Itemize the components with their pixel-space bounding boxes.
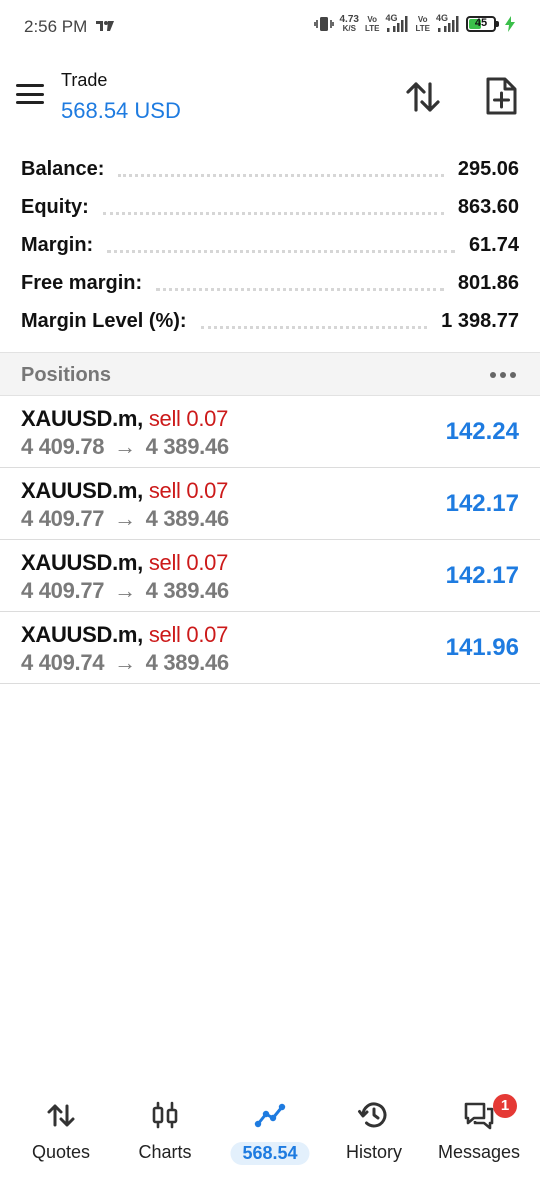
summary-row-margin: Margin: 61.74	[0, 226, 540, 264]
current-price: 4 389.46	[145, 650, 230, 675]
open-price: 4 409.74	[21, 650, 105, 675]
battery-level: 45	[474, 17, 488, 29]
nav-label: 568.54	[230, 1142, 310, 1165]
history-icon	[358, 1102, 387, 1128]
position-prices: 4 409.74 → 4 389.46	[21, 650, 229, 676]
position-profit: 142.17	[445, 490, 519, 517]
sim2-signal: 4G	[436, 13, 460, 34]
position-prices: 4 409.77 → 4 389.46	[21, 506, 229, 532]
dotted-leader	[102, 211, 444, 215]
summary-value: 1 398.77	[441, 309, 519, 332]
summary-label: Equity:	[21, 195, 89, 218]
summary-value: 801.86	[457, 271, 519, 294]
summary-row-balance: Balance: 295.06	[0, 150, 540, 188]
positions-list: XAUUSD.m, sell 0.07 4 409.78 → 4 389.46 …	[0, 396, 540, 684]
arrow-right-icon: →	[114, 650, 136, 675]
nav-label: History	[345, 1142, 402, 1162]
position-row[interactable]: XAUUSD.m, sell 0.07 4 409.74 → 4 389.46 …	[0, 612, 540, 684]
account-summary: Balance: 295.06 Equity: 863.60 Margin: 6…	[0, 150, 540, 340]
unread-badge: 1	[493, 1094, 517, 1118]
current-price: 4 389.46	[145, 434, 230, 459]
summary-row-equity: Equity: 863.60	[0, 188, 540, 226]
arrow-right-icon: →	[114, 578, 136, 603]
position-side: sell 0.07	[148, 478, 229, 503]
new-order-icon[interactable]	[484, 76, 518, 116]
vibrate-icon	[313, 17, 334, 31]
current-price: 4 389.46	[145, 578, 230, 603]
position-profit: 142.17	[445, 562, 519, 589]
position-prices: 4 409.78 → 4 389.46	[21, 434, 229, 460]
position-title: XAUUSD.m, sell 0.07	[21, 406, 228, 432]
nav-charts[interactable]: Charts	[113, 1090, 217, 1170]
summary-label: Free margin:	[21, 271, 143, 294]
arrow-right-icon: →	[114, 434, 136, 459]
sim1-signal: 4G	[385, 13, 409, 34]
app-header: Trade 568.54 USD	[0, 56, 540, 146]
position-row[interactable]: XAUUSD.m, sell 0.07 4 409.77 → 4 389.46 …	[0, 468, 540, 540]
summary-label: Margin Level (%):	[21, 309, 187, 332]
dotted-leader	[200, 325, 428, 329]
status-time: 2:56 PM	[24, 17, 88, 36]
position-prices: 4 409.77 → 4 389.46	[21, 578, 229, 604]
dotted-leader	[107, 249, 455, 253]
status-indicators: 4.73 K/S Vo LTE 4G Vo LTE 4G 45	[313, 13, 517, 34]
nav-label: Quotes	[31, 1142, 91, 1162]
nav-quotes[interactable]: Quotes	[9, 1090, 113, 1170]
position-profit: 141.96	[445, 634, 519, 661]
summary-value: 863.60	[457, 195, 519, 218]
position-symbol: XAUUSD.m,	[21, 406, 143, 431]
open-price: 4 409.77	[21, 578, 105, 603]
signal-icon	[387, 16, 408, 32]
nav-messages[interactable]: 1 Messages	[427, 1090, 531, 1170]
bottom-navigation: Quotes Charts 568.54 History 1 Messages	[0, 1090, 540, 1170]
net-speed: 4.73 K/S	[339, 14, 359, 34]
nav-history[interactable]: History	[322, 1090, 426, 1170]
quotes-icon	[47, 1104, 75, 1127]
positions-title: Positions	[21, 364, 112, 386]
position-profit: 142.24	[445, 418, 519, 445]
summary-label: Balance:	[21, 157, 105, 180]
dotted-leader	[118, 173, 444, 177]
summary-row-free-margin: Free margin: 801.86	[0, 264, 540, 302]
open-price: 4 409.77	[21, 506, 105, 531]
arrow-right-icon: →	[114, 506, 136, 531]
position-row[interactable]: XAUUSD.m, sell 0.07 4 409.77 → 4 389.46 …	[0, 540, 540, 612]
messages-icon	[464, 1102, 494, 1130]
nav-label: Charts	[138, 1142, 192, 1162]
position-title: XAUUSD.m, sell 0.07	[21, 622, 228, 648]
menu-icon[interactable]	[16, 84, 44, 106]
summary-value: 61.74	[468, 233, 519, 256]
signal-icon	[438, 16, 459, 32]
dotted-leader	[156, 287, 444, 291]
position-row[interactable]: XAUUSD.m, sell 0.07 4 409.78 → 4 389.46 …	[0, 396, 540, 468]
page-title: Trade	[61, 70, 108, 90]
position-side: sell 0.07	[148, 622, 229, 647]
tradingview-notification-icon	[96, 21, 114, 31]
position-symbol: XAUUSD.m,	[21, 550, 143, 575]
charts-icon	[152, 1101, 178, 1129]
position-symbol: XAUUSD.m,	[21, 622, 143, 647]
sort-icon[interactable]	[404, 78, 442, 116]
trade-icon	[254, 1103, 286, 1128]
position-title: XAUUSD.m, sell 0.07	[21, 478, 228, 504]
position-symbol: XAUUSD.m,	[21, 478, 143, 503]
positions-section-header: Positions	[0, 352, 540, 396]
summary-value: 295.06	[457, 157, 519, 180]
battery-icon: 45	[466, 16, 499, 32]
sim1-volte: Vo LTE	[364, 15, 380, 33]
position-side: sell 0.07	[148, 406, 229, 431]
sim2-volte: Vo LTE	[415, 15, 430, 33]
status-bar: 2:56 PM 4.73 K/S Vo LTE 4G Vo LTE 4G 45	[0, 0, 540, 56]
summary-label: Margin:	[21, 233, 94, 256]
header-balance: 568.54 USD	[61, 98, 181, 123]
charging-icon	[505, 16, 515, 32]
summary-row-margin-level: Margin Level (%): 1 398.77	[0, 302, 540, 340]
nav-trade[interactable]: 568.54	[218, 1090, 322, 1170]
current-price: 4 389.46	[145, 506, 230, 531]
open-price: 4 409.78	[21, 434, 105, 459]
position-title: XAUUSD.m, sell 0.07	[21, 550, 228, 576]
more-options-icon[interactable]	[488, 365, 518, 385]
position-side: sell 0.07	[148, 550, 229, 575]
nav-label: Messages	[437, 1142, 521, 1162]
